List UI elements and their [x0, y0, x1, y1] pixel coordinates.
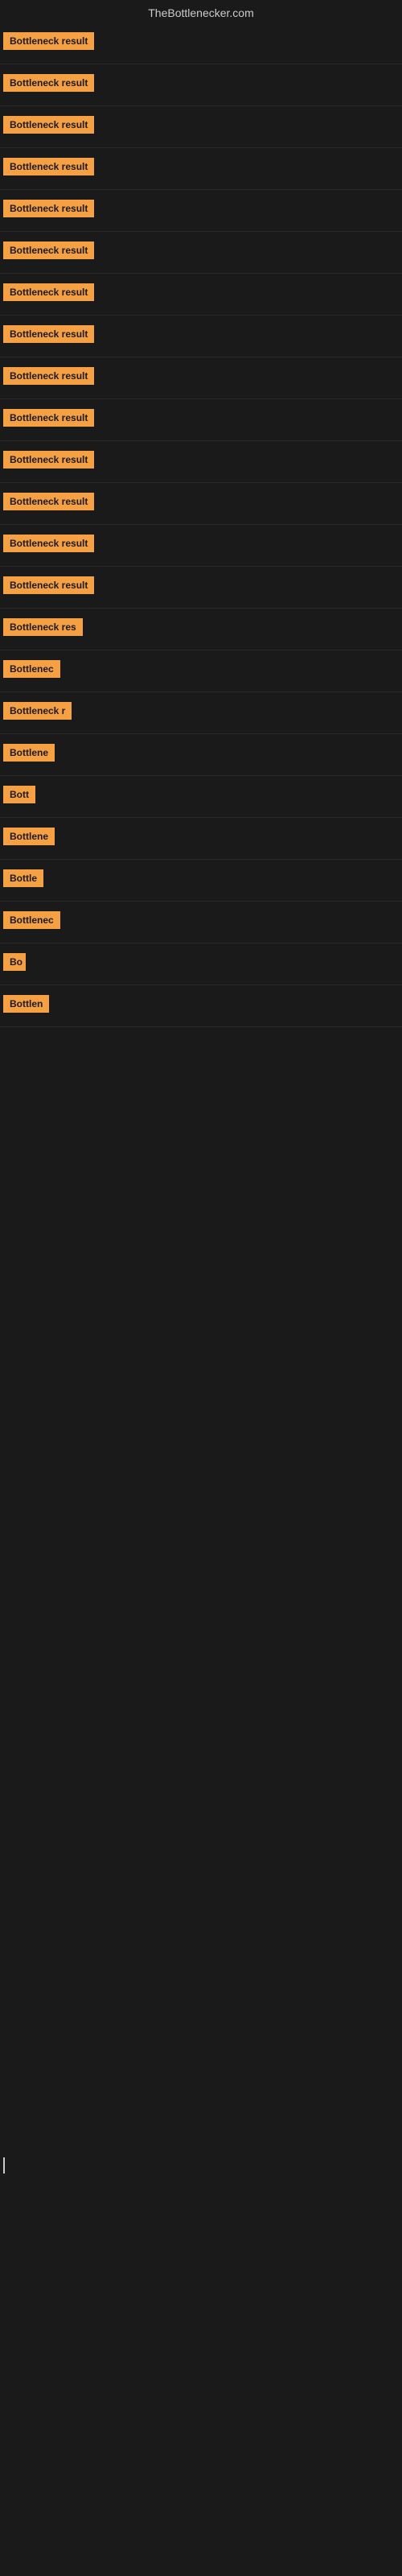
bottleneck-result-bar[interactable]: Bottleneck result: [3, 367, 94, 385]
bottleneck-result-bar[interactable]: Bottleneck result: [3, 283, 94, 301]
bottleneck-result-bar[interactable]: Bottlene: [3, 828, 55, 845]
list-item: Bottlenec: [0, 650, 402, 692]
list-item: Bottleneck result: [0, 232, 402, 274]
list-item: Bottleneck result: [0, 441, 402, 483]
list-item: Bottlenec: [0, 902, 402, 943]
bottleneck-result-bar[interactable]: Bottle: [3, 869, 43, 887]
bottleneck-result-bar[interactable]: Bottlenec: [3, 660, 60, 678]
list-item: Bottleneck result: [0, 399, 402, 441]
bottleneck-result-bar[interactable]: Bottleneck result: [3, 325, 94, 343]
list-item: Bottlene: [0, 734, 402, 776]
list-item: Bo: [0, 943, 402, 985]
bottleneck-result-bar[interactable]: Bottleneck result: [3, 158, 94, 175]
list-item: Bottleneck result: [0, 106, 402, 148]
list-item: Bottlen: [0, 985, 402, 1027]
bottleneck-result-bar[interactable]: Bottlenec: [3, 911, 60, 929]
bottleneck-result-bar[interactable]: Bottlen: [3, 995, 49, 1013]
cursor-line: [3, 2157, 5, 2174]
bottleneck-result-bar[interactable]: Bottleneck result: [3, 535, 94, 552]
bottleneck-result-bar[interactable]: Bottleneck result: [3, 451, 94, 469]
bottleneck-result-bar[interactable]: Bo: [3, 953, 26, 971]
list-item: Bottleneck res: [0, 609, 402, 650]
list-item: Bottleneck result: [0, 148, 402, 190]
list-item: Bottlene: [0, 818, 402, 860]
list-item: Bottleneck result: [0, 567, 402, 609]
list-item: Bottleneck result: [0, 483, 402, 525]
bottleneck-result-bar[interactable]: Bottleneck result: [3, 32, 94, 50]
list-item: Bottleneck result: [0, 23, 402, 64]
bottleneck-result-bar[interactable]: Bottleneck result: [3, 116, 94, 134]
list-item: Bottleneck result: [0, 190, 402, 232]
bottleneck-result-bar[interactable]: Bottlene: [3, 744, 55, 762]
bottleneck-result-bar[interactable]: Bottleneck result: [3, 576, 94, 594]
list-item: Bott: [0, 776, 402, 818]
list-item: Bottleneck result: [0, 274, 402, 316]
bottleneck-result-bar[interactable]: Bottleneck result: [3, 200, 94, 217]
bottleneck-result-bar[interactable]: Bottleneck res: [3, 618, 83, 636]
site-title: TheBottlenecker.com: [0, 0, 402, 23]
list-item: Bottleneck result: [0, 64, 402, 106]
list-item: Bottleneck result: [0, 316, 402, 357]
list-item: Bottle: [0, 860, 402, 902]
list-item: Bottleneck result: [0, 525, 402, 567]
bottleneck-result-bar[interactable]: Bottleneck r: [3, 702, 72, 720]
bottleneck-result-bar[interactable]: Bottleneck result: [3, 74, 94, 92]
list-item: Bottleneck r: [0, 692, 402, 734]
bottleneck-result-bar[interactable]: Bottleneck result: [3, 242, 94, 259]
bottleneck-result-bar[interactable]: Bott: [3, 786, 35, 803]
bottleneck-result-bar[interactable]: Bottleneck result: [3, 409, 94, 427]
bottleneck-result-bar[interactable]: Bottleneck result: [3, 493, 94, 510]
list-item: Bottleneck result: [0, 357, 402, 399]
